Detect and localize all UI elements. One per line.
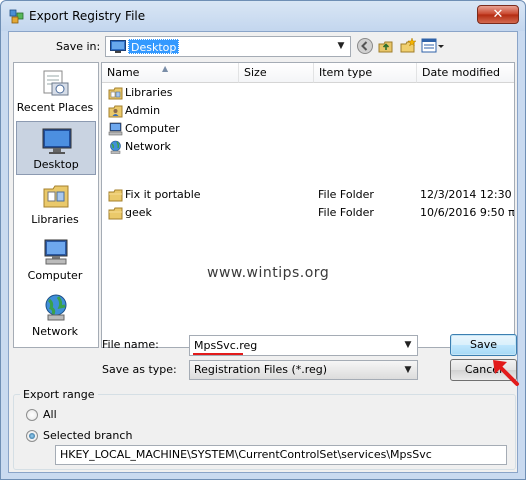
dialog-client-area: Save in: Desktop ▼ Recent Places Desktop… [8, 31, 519, 473]
libraries-icon [108, 87, 123, 100]
place-label: Computer [27, 269, 83, 282]
place-label: Libraries [31, 213, 79, 226]
column-header-item-type[interactable]: Item type [314, 63, 417, 83]
column-label: Name [107, 66, 140, 79]
list-item[interactable]: Libraries [102, 84, 514, 102]
file-type: File Folder [318, 188, 374, 201]
save-in-value: Desktop [128, 39, 180, 54]
desktop-icon [110, 40, 126, 53]
places-bar: Recent Places Desktop Libraries Computer… [13, 62, 99, 348]
place-label: Desktop [33, 158, 79, 171]
list-item[interactable]: geek File Folder 10/6/2016 9:50 πμ [102, 204, 514, 222]
file-list[interactable]: Name ▲ Size Item type Date modified Libr… [101, 62, 515, 348]
sort-ascending-icon: ▲ [162, 64, 169, 73]
radio-all-label: All [43, 408, 57, 421]
back-icon[interactable] [356, 37, 374, 55]
file-name: Admin [125, 104, 161, 117]
network-icon [45, 294, 67, 321]
save-as-type-label: Save as type: [102, 363, 177, 376]
file-date: 10/6/2016 9:50 πμ [420, 206, 515, 219]
file-name-value: MpsSvc.reg [194, 339, 258, 352]
watermark-text: www.wintips.org [207, 265, 330, 281]
place-network[interactable]: Network [16, 289, 96, 343]
file-type: File Folder [318, 206, 374, 219]
place-label: Network [32, 325, 78, 338]
save-button[interactable]: Save [450, 334, 517, 356]
save-in-label: Save in: [56, 40, 101, 53]
place-computer[interactable]: Computer [16, 233, 96, 287]
libraries-icon [43, 185, 69, 208]
chevron-down-icon[interactable]: ▼ [334, 37, 348, 56]
desktop-icon [42, 128, 72, 154]
export-range-group: Export range All Selected branch HKEY_LO… [13, 388, 516, 470]
title-bar[interactable]: Export Registry File ✕ [1, 1, 525, 31]
dialog-window: Export Registry File ✕ Save in: Desktop … [0, 0, 526, 480]
window-title: Export Registry File [29, 9, 146, 23]
column-header-date-modified[interactable]: Date modified [417, 63, 514, 83]
export-range-title: Export range [20, 388, 98, 401]
file-name: Libraries [125, 86, 173, 99]
radio-selected-branch-label: Selected branch [43, 429, 133, 442]
save-in-dropdown[interactable]: Desktop ▼ [105, 36, 351, 57]
recent-places-icon [43, 70, 69, 96]
folder-icon [108, 207, 123, 220]
file-name: geek [125, 206, 152, 219]
close-button[interactable]: ✕ [477, 5, 519, 24]
chevron-down-icon[interactable]: ▼ [401, 336, 415, 355]
annotation-underline [193, 353, 243, 355]
list-item[interactable]: Network [102, 138, 514, 156]
list-item[interactable]: Computer [102, 120, 514, 138]
folder-icon [108, 189, 123, 202]
branch-path-field[interactable]: HKEY_LOCAL_MACHINE\SYSTEM\CurrentControl… [55, 445, 507, 465]
file-name: Fix it portable [125, 188, 201, 201]
list-item[interactable]: Admin [102, 102, 514, 120]
place-label: Recent Places [16, 101, 94, 114]
column-header-name[interactable]: Name ▲ [102, 63, 239, 83]
user-folder-icon [108, 105, 123, 118]
up-folder-icon[interactable] [377, 37, 395, 55]
list-item[interactable]: Fix it portable File Folder 12/3/2014 12… [102, 186, 514, 204]
save-as-type-value: Registration Files (*.reg) [194, 363, 328, 376]
network-icon [110, 140, 121, 154]
chevron-down-icon[interactable]: ▼ [401, 361, 415, 380]
new-folder-icon[interactable] [399, 37, 417, 55]
place-desktop[interactable]: Desktop [16, 121, 96, 175]
view-menu-icon[interactable] [421, 37, 445, 55]
column-header-size[interactable]: Size [239, 63, 314, 83]
radio-selected-branch[interactable] [26, 430, 38, 442]
place-recent-places[interactable]: Recent Places [16, 65, 96, 119]
save-as-type-dropdown[interactable]: Registration Files (*.reg) ▼ [189, 360, 418, 380]
file-name: Network [125, 140, 171, 153]
annotation-arrow-icon [493, 360, 519, 386]
computer-icon [44, 239, 68, 265]
radio-all[interactable] [26, 409, 38, 421]
place-libraries[interactable]: Libraries [16, 177, 96, 231]
registry-editor-icon [9, 9, 24, 24]
file-date: 12/3/2014 12:30 ... [420, 188, 514, 201]
computer-icon [108, 122, 123, 136]
file-name: Computer [125, 122, 180, 135]
file-name-label: File name: [102, 338, 159, 351]
